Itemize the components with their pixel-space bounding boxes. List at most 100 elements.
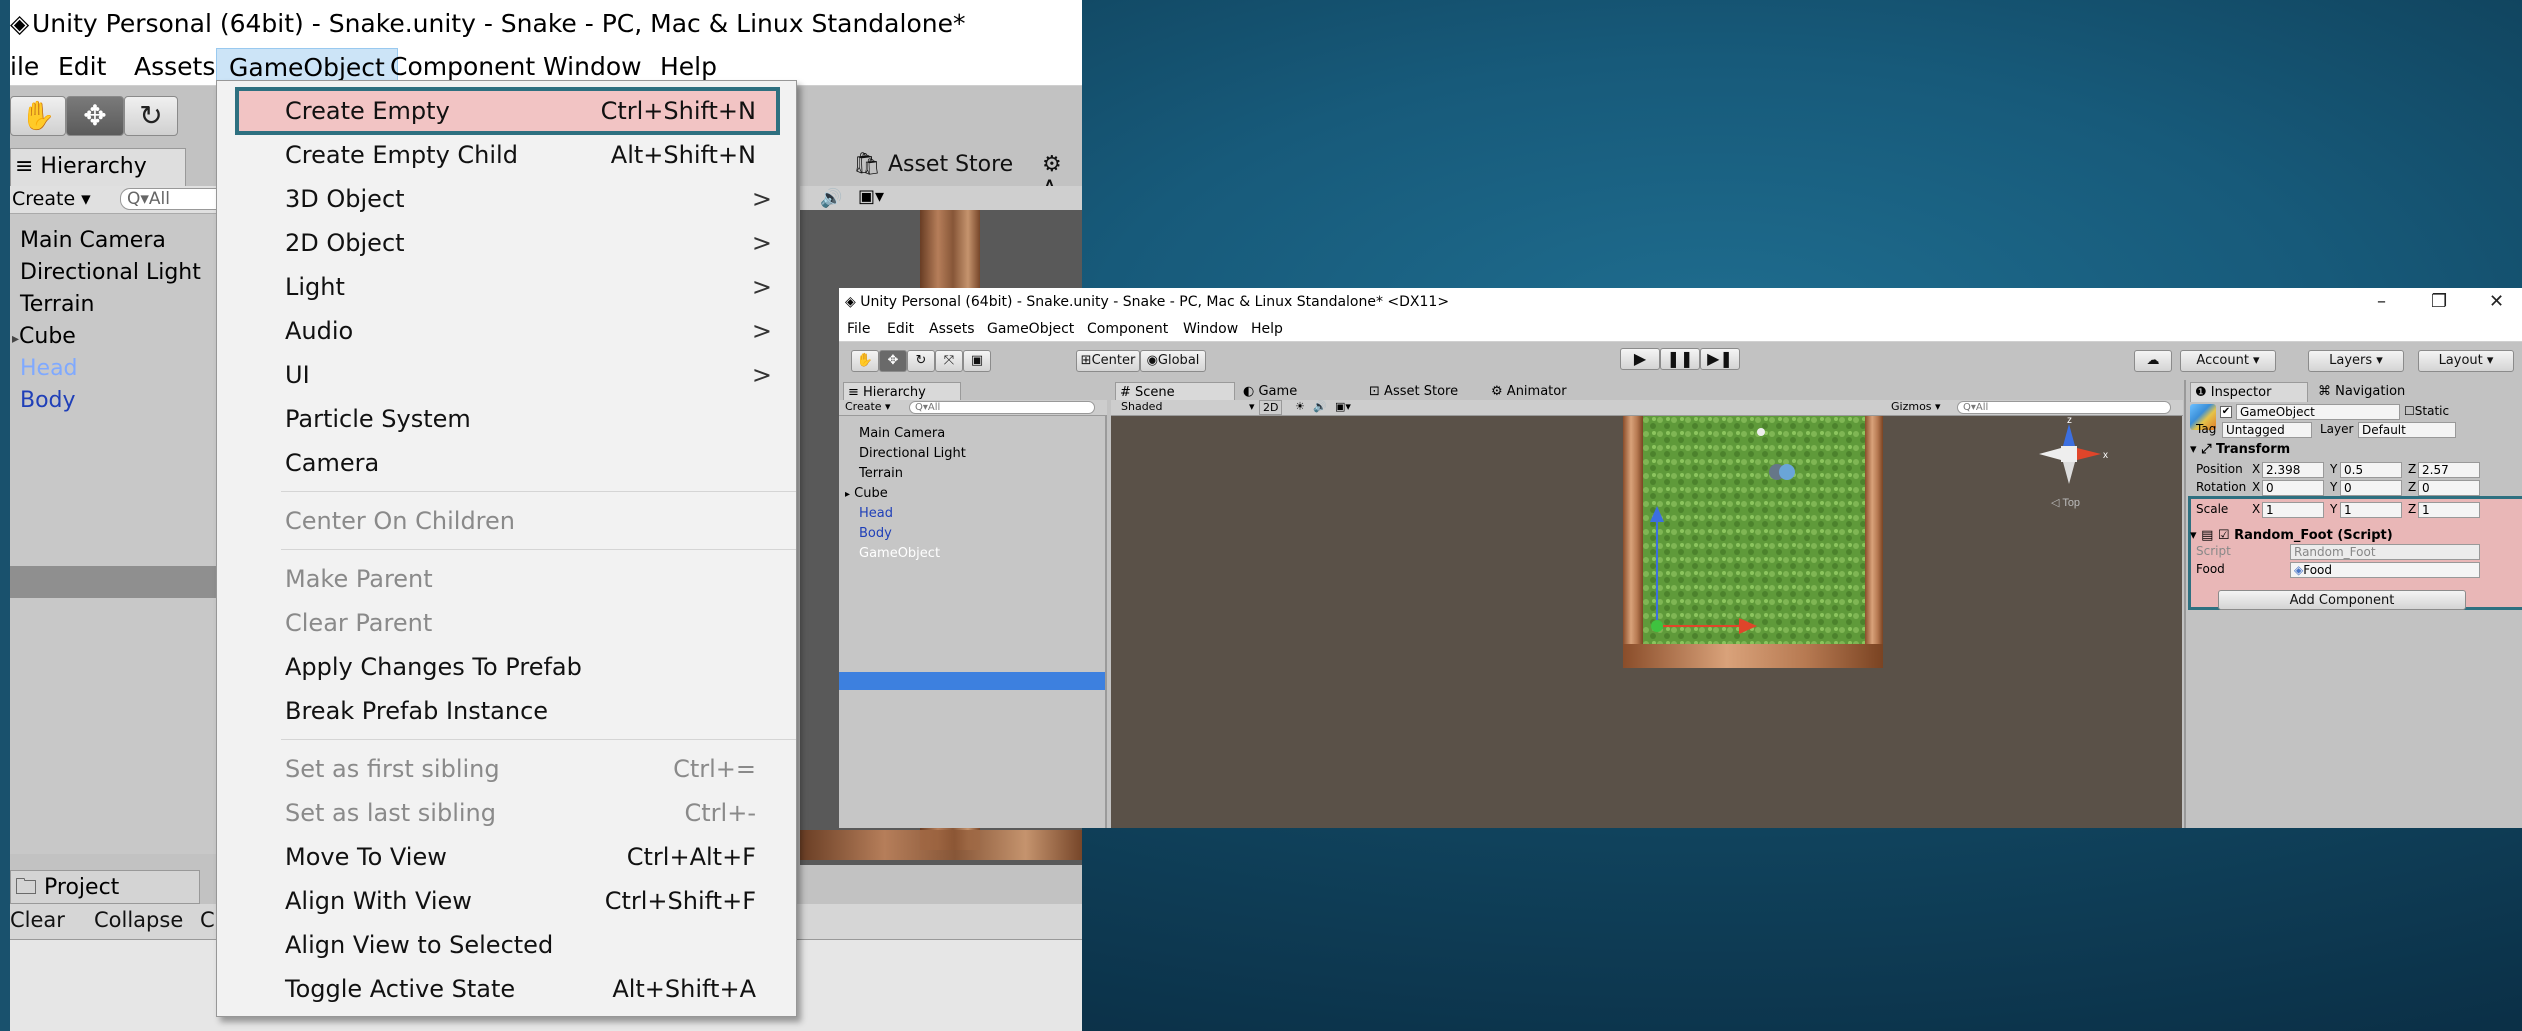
- create-dropdown[interactable]: Create ▾: [845, 400, 891, 413]
- menu-help[interactable]: Help: [1251, 316, 1283, 342]
- shading-mode-dropdown[interactable]: Shaded: [1121, 400, 1162, 413]
- scene-tab[interactable]: # Scene: [1115, 382, 1235, 402]
- menu-gameobject[interactable]: GameObject: [987, 316, 1074, 342]
- menu-item-set-as-last-sibling[interactable]: Set as last sibling Ctrl+-: [217, 793, 796, 833]
- audio-toggle-icon[interactable]: 🔊: [1313, 400, 1327, 413]
- menu-file[interactable]: ile: [10, 48, 39, 86]
- console-collapse-button[interactable]: Collapse: [94, 908, 183, 932]
- add-component-button[interactable]: Add Component: [2218, 590, 2466, 610]
- dropdown-arrow-icon[interactable]: ▾: [1249, 400, 1255, 413]
- menu-item-align-view-to-selected[interactable]: Align View to Selected: [217, 925, 796, 965]
- layer-dropdown[interactable]: Default: [2358, 422, 2456, 438]
- hierarchy-item-terrain[interactable]: Terrain: [859, 466, 903, 481]
- static-checkbox[interactable]: ☐: [2404, 404, 2415, 418]
- hierarchy-tab[interactable]: ≡ Hierarchy: [843, 382, 961, 402]
- foldout-arrow-icon[interactable]: ▾: [2190, 442, 2197, 457]
- menu-item-set-as-first-sibling[interactable]: Set as first sibling Ctrl+=: [217, 749, 796, 789]
- rect-tool-button[interactable]: ▣: [963, 350, 991, 372]
- step-button[interactable]: ▶❚: [1700, 348, 1740, 370]
- asset-store-tab[interactable]: ⊡ Asset Store: [1369, 384, 1458, 399]
- rotate-tool-button[interactable]: ↻: [907, 350, 935, 372]
- menu-item-3d-object[interactable]: 3D Object >: [217, 179, 796, 219]
- lighting-toggle-icon[interactable]: ☀: [1295, 400, 1305, 413]
- menu-edit[interactable]: Edit: [58, 48, 106, 86]
- menu-item-center-on-children[interactable]: Center On Children: [217, 501, 796, 541]
- tag-dropdown[interactable]: Untagged: [2222, 422, 2312, 438]
- menu-file[interactable]: File: [847, 316, 870, 342]
- hierarchy-item-cube[interactable]: ▸ Cube: [845, 486, 888, 501]
- hierarchy-item-cube[interactable]: ▸Cube: [12, 324, 76, 349]
- hierarchy-tab[interactable]: ≡ Hierarchy: [10, 148, 186, 186]
- gizmos-dropdown[interactable]: Gizmos ▾: [1891, 400, 1941, 413]
- scene-view[interactable]: z x ◁ Top: [1111, 415, 2182, 828]
- maximize-button[interactable]: ❐: [2431, 288, 2447, 316]
- active-checkbox[interactable]: ✔: [2220, 406, 2232, 418]
- scene-search-input[interactable]: Q▾All: [1957, 401, 2171, 414]
- rotation-y-field[interactable]: 0: [2340, 480, 2402, 496]
- image-effects-icon[interactable]: ▣▾: [1335, 400, 1351, 413]
- project-tab[interactable]: 🗀 Project: [10, 870, 200, 904]
- menu-item-apply-changes-to-prefab[interactable]: Apply Changes To Prefab: [217, 647, 796, 687]
- expand-arrow-icon[interactable]: ▸: [12, 331, 19, 347]
- scale-y-field[interactable]: 1: [2340, 502, 2402, 518]
- rotation-x-field[interactable]: 0: [2262, 480, 2324, 496]
- menu-item-ui[interactable]: UI >: [217, 355, 796, 395]
- minimize-button[interactable]: –: [2377, 288, 2386, 316]
- hierarchy-item-main-camera[interactable]: Main Camera: [859, 426, 945, 441]
- menu-item-break-prefab-instance[interactable]: Break Prefab Instance: [217, 691, 796, 731]
- menu-window[interactable]: Window: [1183, 316, 1238, 342]
- close-button[interactable]: ✕: [2489, 288, 2504, 316]
- pause-button[interactable]: ❚❚: [1660, 348, 1700, 370]
- layers-dropdown[interactable]: Layers ▾: [2308, 350, 2404, 372]
- hierarchy-item-directional-light[interactable]: Directional Light: [20, 260, 201, 285]
- static-toggle[interactable]: ☐Static: [2404, 404, 2449, 418]
- hierarchy-item-body[interactable]: Body: [859, 526, 892, 541]
- hand-tool-button[interactable]: ✋: [10, 96, 66, 136]
- inspector-tab[interactable]: ❶ Inspector: [2190, 382, 2308, 402]
- component-enabled-checkbox[interactable]: ☑: [2218, 528, 2230, 543]
- scale-tool-button[interactable]: ⤧: [935, 350, 963, 372]
- hierarchy-item-directional-light[interactable]: Directional Light: [859, 446, 966, 461]
- gizmo-center-handle[interactable]: [1651, 620, 1663, 632]
- account-dropdown[interactable]: Account ▾: [2180, 350, 2276, 372]
- hierarchy-item-terrain[interactable]: Terrain: [20, 292, 94, 317]
- play-button[interactable]: ▶: [1620, 348, 1660, 370]
- hierarchy-item-gameobject[interactable]: GameObject: [859, 546, 940, 561]
- menu-item-clear-parent[interactable]: Clear Parent: [217, 603, 796, 643]
- menu-item-make-parent[interactable]: Make Parent: [217, 559, 796, 599]
- foldout-arrow-icon[interactable]: ▾: [2190, 528, 2197, 543]
- create-dropdown[interactable]: Create ▾: [12, 188, 91, 210]
- menu-item-create-empty[interactable]: Create Empty Ctrl+Shift+N: [217, 91, 796, 131]
- position-y-field[interactable]: 0.5: [2340, 462, 2402, 478]
- console-clear-button[interactable]: Clear: [10, 908, 65, 932]
- menu-component[interactable]: Component: [1087, 316, 1168, 342]
- layout-dropdown[interactable]: Layout ▾: [2418, 350, 2514, 372]
- navigation-tab[interactable]: ⌘ Navigation: [2318, 384, 2405, 399]
- move-tool-button[interactable]: ✥: [66, 96, 124, 136]
- menu-item-particle-system[interactable]: Particle System: [217, 399, 796, 439]
- object-name-field[interactable]: GameObject: [2236, 404, 2400, 420]
- script-component-header[interactable]: ▾ ▤ ☑ Random_Foot (Script): [2190, 528, 2522, 543]
- position-x-field[interactable]: 2.398: [2262, 462, 2324, 478]
- menu-item-toggle-active-state[interactable]: Toggle Active State Alt+Shift+A: [217, 969, 796, 1009]
- pivot-center-toggle[interactable]: ⊞Center: [1076, 350, 1140, 372]
- hierarchy-search-input[interactable]: Q▾All: [120, 188, 230, 210]
- menu-item-camera[interactable]: Camera: [217, 443, 796, 483]
- move-tool-button[interactable]: ✥: [879, 350, 907, 372]
- cloud-icon[interactable]: ☁: [2134, 350, 2172, 372]
- game-tab[interactable]: ◐ Game: [1243, 384, 1297, 399]
- rotation-z-field[interactable]: 0: [2418, 480, 2480, 496]
- hierarchy-item-head[interactable]: Head: [20, 356, 78, 381]
- menu-item-create-empty-child[interactable]: Create Empty Child Alt+Shift+N: [217, 135, 796, 175]
- hierarchy-search-input[interactable]: Q▾All: [909, 401, 1095, 414]
- menu-item-2d-object[interactable]: 2D Object >: [217, 223, 796, 263]
- scale-z-field[interactable]: 1: [2418, 502, 2480, 518]
- 2d-toggle[interactable]: 2D: [1259, 400, 1283, 415]
- expand-arrow-icon[interactable]: ▸: [845, 489, 850, 500]
- menu-item-light[interactable]: Light >: [217, 267, 796, 307]
- hierarchy-item-head[interactable]: Head: [859, 506, 893, 521]
- image-effects-icon[interactable]: ▣▾: [858, 186, 884, 207]
- asset-store-tab[interactable]: 🛍 Asset Store: [853, 152, 1013, 177]
- transform-header[interactable]: ▾ ⤢ Transform: [2190, 442, 2522, 457]
- pivot-global-toggle[interactable]: ◉Global: [1140, 350, 1206, 372]
